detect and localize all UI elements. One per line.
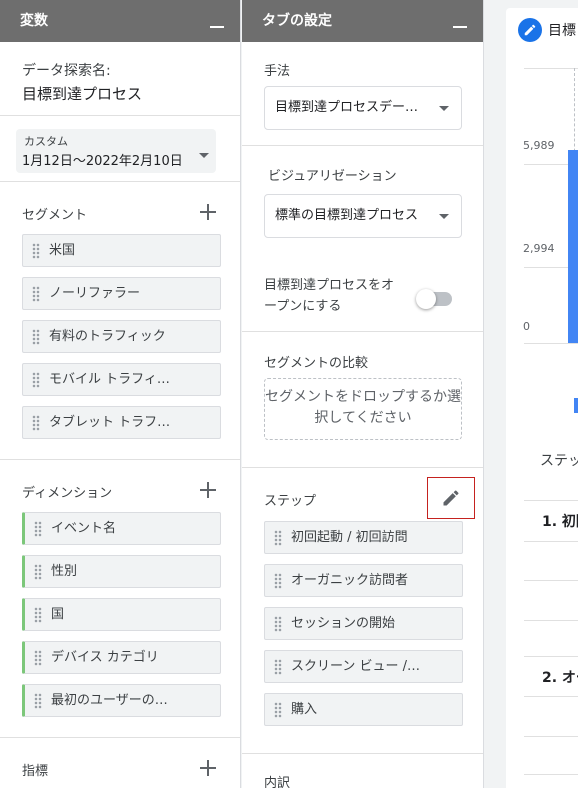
technique-label: 手法	[264, 64, 291, 79]
step-chip[interactable]: オーガニック訪問者	[264, 564, 463, 597]
breakdown-section: 内訳	[242, 754, 483, 788]
steps-label: ステップ	[264, 494, 317, 509]
edit-steps-button[interactable]	[427, 477, 475, 519]
add-dimension-icon[interactable]	[200, 482, 216, 498]
segment-drop-zone[interactable]: セグメントをドロップするか選択してください	[264, 378, 462, 440]
segment-chip[interactable]: モバイル トラフィ…	[22, 363, 221, 396]
dimensions-section: ディメンション イベント名 性別 国 デバイス カテゴリ 最初のユーザーの…	[0, 460, 240, 738]
segment-chip[interactable]: ノーリファラー	[22, 277, 221, 310]
technique-dropdown[interactable]: 目標到達プロセスデー…	[264, 86, 462, 130]
add-metric-icon[interactable]	[200, 760, 216, 776]
drag-handle-icon[interactable]	[32, 286, 40, 302]
y-tick-label: 0	[523, 320, 530, 333]
minimize-icon[interactable]	[453, 26, 467, 28]
segments-section: セグメント 米国 ノーリファラー 有料のトラフィック モバイル トラフィ… タブ…	[0, 182, 240, 460]
tab-settings-header: タブの設定	[242, 0, 483, 42]
pencil-icon	[524, 24, 536, 36]
explore-name-value[interactable]: 目標到達プロセス	[22, 83, 218, 104]
table-divider	[524, 736, 578, 737]
drag-handle-icon[interactable]	[34, 607, 42, 623]
table-divider	[524, 500, 578, 501]
date-label: カスタム	[24, 135, 68, 148]
segment-compare-label: セグメントの比較	[264, 356, 369, 371]
table-divider	[524, 696, 578, 697]
metrics-section: 指標	[0, 738, 240, 788]
chevron-down-icon	[439, 214, 449, 219]
date-value: 1月12日～2022年2月10日	[22, 154, 183, 169]
technique-section: 手法 目標到達プロセスデー…	[242, 42, 483, 146]
date-section: カスタム 1月12日～2022年2月10日	[0, 116, 240, 182]
table-divider	[524, 580, 578, 581]
visualization-dropdown[interactable]: 標準の目標到達プロセス	[264, 194, 462, 238]
drag-handle-icon[interactable]	[34, 564, 42, 580]
drag-handle-icon[interactable]	[32, 329, 40, 345]
segment-chip[interactable]: タブレット トラフ…	[22, 406, 221, 439]
funnel-chart-panel: 目標 5,989 2,994 0 ステッ 1. 初回 2. オー	[506, 8, 578, 788]
explore-name-label: データ探索名:	[22, 63, 111, 79]
open-funnel-label: 目標到達プロセスをオープンにする	[264, 278, 395, 314]
dimensions-label: ディメンション	[22, 486, 113, 501]
step-chip[interactable]: スクリーン ビュー /…	[264, 650, 463, 683]
technique-value: 目標到達プロセスデー…	[275, 100, 419, 115]
drag-handle-icon[interactable]	[274, 573, 282, 589]
step-row-label[interactable]: 2. オー	[542, 667, 578, 687]
drag-handle-icon[interactable]	[274, 616, 282, 632]
date-range-picker[interactable]: カスタム 1月12日～2022年2月10日	[16, 129, 216, 173]
y-tick-label: 2,994	[523, 242, 555, 255]
steps-column-header: ステッ	[540, 453, 578, 469]
dimension-chip[interactable]: 性別	[22, 555, 221, 588]
explore-name-section: データ探索名: 目標到達プロセス	[0, 42, 240, 116]
segments-label: セグメント	[22, 208, 88, 223]
steps-section: ステップ 初回起動 / 初回訪問 オーガニック訪問者 セッションの開始 スクリー…	[242, 468, 483, 754]
visualization-label: ビジュアリゼーション	[268, 169, 397, 184]
dimension-chip[interactable]: デバイス カテゴリ	[22, 641, 221, 674]
segment-compare-section: セグメントの比較 セグメントをドロップするか選択してください	[242, 332, 483, 468]
step-chip[interactable]: 初回起動 / 初回訪問	[264, 521, 463, 554]
step-chip[interactable]: 購入	[264, 693, 463, 726]
drag-handle-icon[interactable]	[32, 243, 40, 259]
y-tick-label: 5,989	[523, 139, 555, 152]
drag-handle-icon[interactable]	[274, 702, 282, 718]
tab-settings-title: タブの設定	[262, 13, 332, 29]
grid-line	[524, 343, 578, 344]
drag-handle-icon[interactable]	[32, 415, 40, 431]
dimension-chip[interactable]: 最初のユーザーの…	[22, 684, 221, 717]
table-divider	[524, 656, 578, 657]
chevron-down-icon	[439, 106, 449, 111]
grid-line	[524, 68, 578, 69]
variables-header: 変数	[0, 0, 240, 42]
dimension-chip[interactable]: イベント名	[22, 512, 221, 545]
chevron-down-icon	[199, 153, 209, 158]
dimension-chip[interactable]: 国	[22, 598, 221, 631]
table-divider	[524, 774, 578, 775]
step-row-label[interactable]: 1. 初回	[542, 511, 578, 531]
open-funnel-toggle[interactable]	[416, 289, 452, 309]
pencil-icon	[443, 490, 459, 506]
drag-handle-icon[interactable]	[32, 372, 40, 388]
visualization-value: 標準の目標到達プロセス	[275, 208, 419, 223]
tab-settings-panel: タブの設定 手法 目標到達プロセスデー… ビジュアリゼーション 標準の目標到達プ…	[242, 0, 484, 788]
drag-handle-icon[interactable]	[34, 650, 42, 666]
minimize-icon[interactable]	[210, 26, 224, 28]
drag-handle-icon[interactable]	[274, 530, 282, 546]
funnel-bar[interactable]	[568, 149, 578, 343]
breakdown-label: 内訳	[264, 776, 291, 788]
step-chip[interactable]: セッションの開始	[264, 607, 463, 640]
visualization-section: ビジュアリゼーション 標準の目標到達プロセス 目標到達プロセスをオープンにする	[242, 146, 483, 332]
legend-swatch	[574, 398, 578, 413]
toggle-knob[interactable]	[416, 289, 436, 309]
table-divider	[524, 541, 578, 542]
edit-title-button[interactable]	[518, 18, 542, 42]
variables-title: 変数	[20, 13, 48, 29]
variables-panel: 変数 データ探索名: 目標到達プロセス カスタム 1月12日～2022年2月10…	[0, 0, 241, 788]
chart-title[interactable]: 目標	[548, 20, 576, 40]
segment-chip[interactable]: 有料のトラフィック	[22, 320, 221, 353]
drag-handle-icon[interactable]	[34, 693, 42, 709]
segment-chip[interactable]: 米国	[22, 234, 221, 267]
drag-handle-icon[interactable]	[274, 659, 282, 675]
table-divider	[524, 620, 578, 621]
add-segment-icon[interactable]	[200, 204, 216, 220]
metrics-label: 指標	[22, 764, 49, 779]
drag-handle-icon[interactable]	[34, 521, 42, 537]
